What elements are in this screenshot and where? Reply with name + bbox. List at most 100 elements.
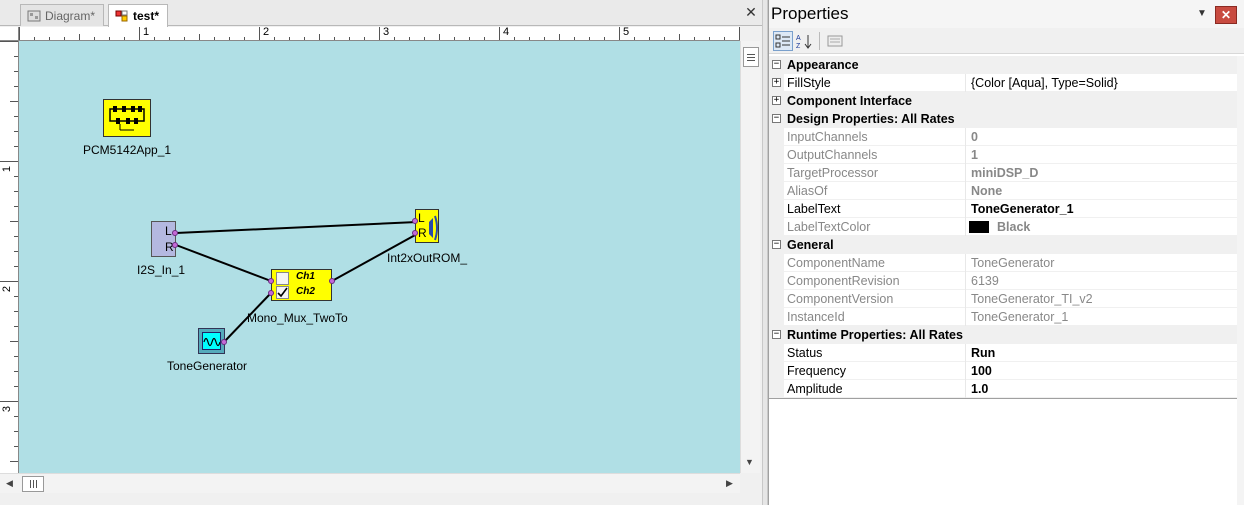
column-divider[interactable]	[965, 362, 966, 380]
wire-i2s-l-to-out-l[interactable]	[175, 221, 418, 234]
collapse-icon[interactable]: −	[772, 60, 781, 69]
property-value[interactable]: ToneGenerator_1	[971, 202, 1074, 216]
property-category[interactable]: + Component Interface	[769, 92, 1237, 110]
row-gutter	[769, 254, 784, 272]
property-row[interactable]: InstanceId ToneGenerator_1	[769, 308, 1237, 326]
column-divider[interactable]	[965, 308, 966, 326]
tone-out-port[interactable]	[221, 339, 227, 345]
column-divider[interactable]	[965, 290, 966, 308]
property-name: Frequency	[787, 363, 847, 378]
column-divider[interactable]	[965, 182, 966, 200]
mono-mux-block[interactable]: Ch1 Ch2	[271, 269, 332, 301]
property-category[interactable]: − Runtime Properties: All Rates	[769, 326, 1237, 344]
ruler-label-v2: 2	[1, 285, 14, 293]
close-document-icon[interactable]: ✕	[744, 5, 758, 19]
horizontal-scroll-thumb[interactable]	[22, 476, 44, 492]
mux-in-port-ch2[interactable]	[268, 290, 274, 296]
pcm5142app-block[interactable]	[103, 99, 151, 137]
mux-in-port-ch1[interactable]	[268, 278, 274, 284]
out-in-port-l[interactable]	[412, 218, 418, 224]
i2s-in-block[interactable]: L R	[151, 221, 176, 257]
scroll-right-arrow-icon[interactable]: ▶	[726, 478, 733, 489]
expand-icon[interactable]: +	[772, 78, 781, 87]
column-divider[interactable]	[965, 218, 966, 236]
column-divider[interactable]	[965, 200, 966, 218]
property-row[interactable]: AliasOf None	[769, 182, 1237, 200]
tab-diagram[interactable]: Diagram*	[20, 4, 105, 26]
close-panel-button[interactable]: ✕	[1215, 6, 1237, 24]
diagram-canvas[interactable]: PCM5142App_1 L R I2S_In_1 L R Int2xOutRO…	[19, 41, 740, 473]
column-divider[interactable]	[965, 254, 966, 272]
vertical-scroll-thumb[interactable]	[743, 47, 759, 67]
mux-out-port[interactable]	[329, 278, 335, 284]
column-divider[interactable]	[965, 344, 966, 362]
property-category[interactable]: − Appearance	[769, 56, 1237, 74]
scroll-left-arrow-icon[interactable]: ◀	[6, 478, 13, 489]
collapse-icon[interactable]: −	[772, 240, 781, 249]
category-name: Runtime Properties: All Rates	[787, 327, 963, 342]
column-divider[interactable]	[965, 272, 966, 290]
property-category[interactable]: − General	[769, 236, 1237, 254]
i2s-out-port-r[interactable]	[172, 242, 178, 248]
collapse-icon[interactable]: −	[772, 114, 781, 123]
column-divider[interactable]	[965, 164, 966, 182]
out-port-r-label: R	[418, 226, 427, 240]
property-value[interactable]: None	[971, 184, 1002, 198]
i2s-in-label: I2S_In_1	[137, 263, 186, 277]
tab-test[interactable]: test*	[108, 4, 169, 27]
property-row[interactable]: TargetProcessor miniDSP_D	[769, 164, 1237, 182]
property-value[interactable]: 100	[971, 364, 992, 378]
ruler-label-h2: 2	[263, 27, 270, 38]
property-value[interactable]: 1.0	[971, 382, 988, 396]
property-value[interactable]: miniDSP_D	[971, 166, 1038, 180]
alphabetical-view-button[interactable]: A Z	[795, 31, 815, 51]
property-row[interactable]: Frequency 100	[769, 362, 1237, 380]
i2s-out-port-l[interactable]	[172, 230, 178, 236]
vertical-scrollbar[interactable]: ▼	[740, 41, 760, 473]
property-value[interactable]: Black	[969, 219, 1031, 234]
property-category[interactable]: − Design Properties: All Rates	[769, 110, 1237, 128]
property-value[interactable]: 6139	[971, 274, 999, 288]
column-divider[interactable]	[965, 74, 966, 92]
tab-diagram-label: Diagram*	[45, 8, 96, 23]
processor-icon	[109, 106, 145, 131]
property-row[interactable]: ComponentVersion ToneGenerator_TI_v2	[769, 290, 1237, 308]
property-row[interactable]: Amplitude 1.0	[769, 380, 1237, 398]
pin-dropdown-icon[interactable]: ▼	[1197, 8, 1207, 19]
property-value[interactable]: ToneGenerator_TI_v2	[971, 292, 1093, 306]
wire-i2s-r-to-mux-ch1[interactable]	[175, 244, 272, 282]
column-divider[interactable]	[965, 128, 966, 146]
column-divider[interactable]	[965, 380, 966, 398]
property-value[interactable]: {Color [Aqua], Type=Solid}	[971, 76, 1118, 90]
property-value-text: miniDSP_D	[971, 165, 1039, 180]
row-gutter	[769, 308, 784, 326]
mux-ch2-checkbox[interactable]	[276, 286, 289, 299]
property-value[interactable]: ToneGenerator	[971, 256, 1054, 270]
speaker-icon	[429, 215, 438, 241]
ruler-label-h5: 5	[623, 27, 630, 38]
property-row[interactable]: LabelText ToneGenerator_1	[769, 200, 1237, 218]
property-row[interactable]: OutputChannels 1	[769, 146, 1237, 164]
mux-ch1-checkbox[interactable]	[276, 272, 289, 285]
collapse-icon[interactable]: −	[772, 330, 781, 339]
property-row[interactable]: ComponentRevision 6139	[769, 272, 1237, 290]
out-in-port-r[interactable]	[412, 230, 418, 236]
int2xoutrom-block[interactable]: L R	[415, 209, 439, 243]
property-row[interactable]: Status Run	[769, 344, 1237, 362]
property-value[interactable]: 0	[971, 130, 978, 144]
properties-scrollbar[interactable]	[1237, 56, 1244, 505]
scroll-down-arrow-icon[interactable]: ▼	[745, 457, 754, 467]
property-row[interactable]: LabelTextColor Black	[769, 218, 1237, 236]
property-value[interactable]: 1	[971, 148, 978, 162]
expand-icon[interactable]: +	[772, 96, 781, 105]
property-value[interactable]: Run	[971, 346, 995, 360]
property-pages-button[interactable]	[825, 31, 845, 51]
property-row[interactable]: ComponentName ToneGenerator	[769, 254, 1237, 272]
column-divider[interactable]	[965, 146, 966, 164]
horizontal-scrollbar[interactable]: ◀ ▶	[0, 473, 740, 493]
property-row[interactable]: InputChannels 0	[769, 128, 1237, 146]
property-value-text: Black	[997, 219, 1031, 234]
property-value[interactable]: ToneGenerator_1	[971, 310, 1068, 324]
categorized-view-button[interactable]	[773, 31, 793, 51]
property-row[interactable]: + FillStyle {Color [Aqua], Type=Solid}	[769, 74, 1237, 92]
